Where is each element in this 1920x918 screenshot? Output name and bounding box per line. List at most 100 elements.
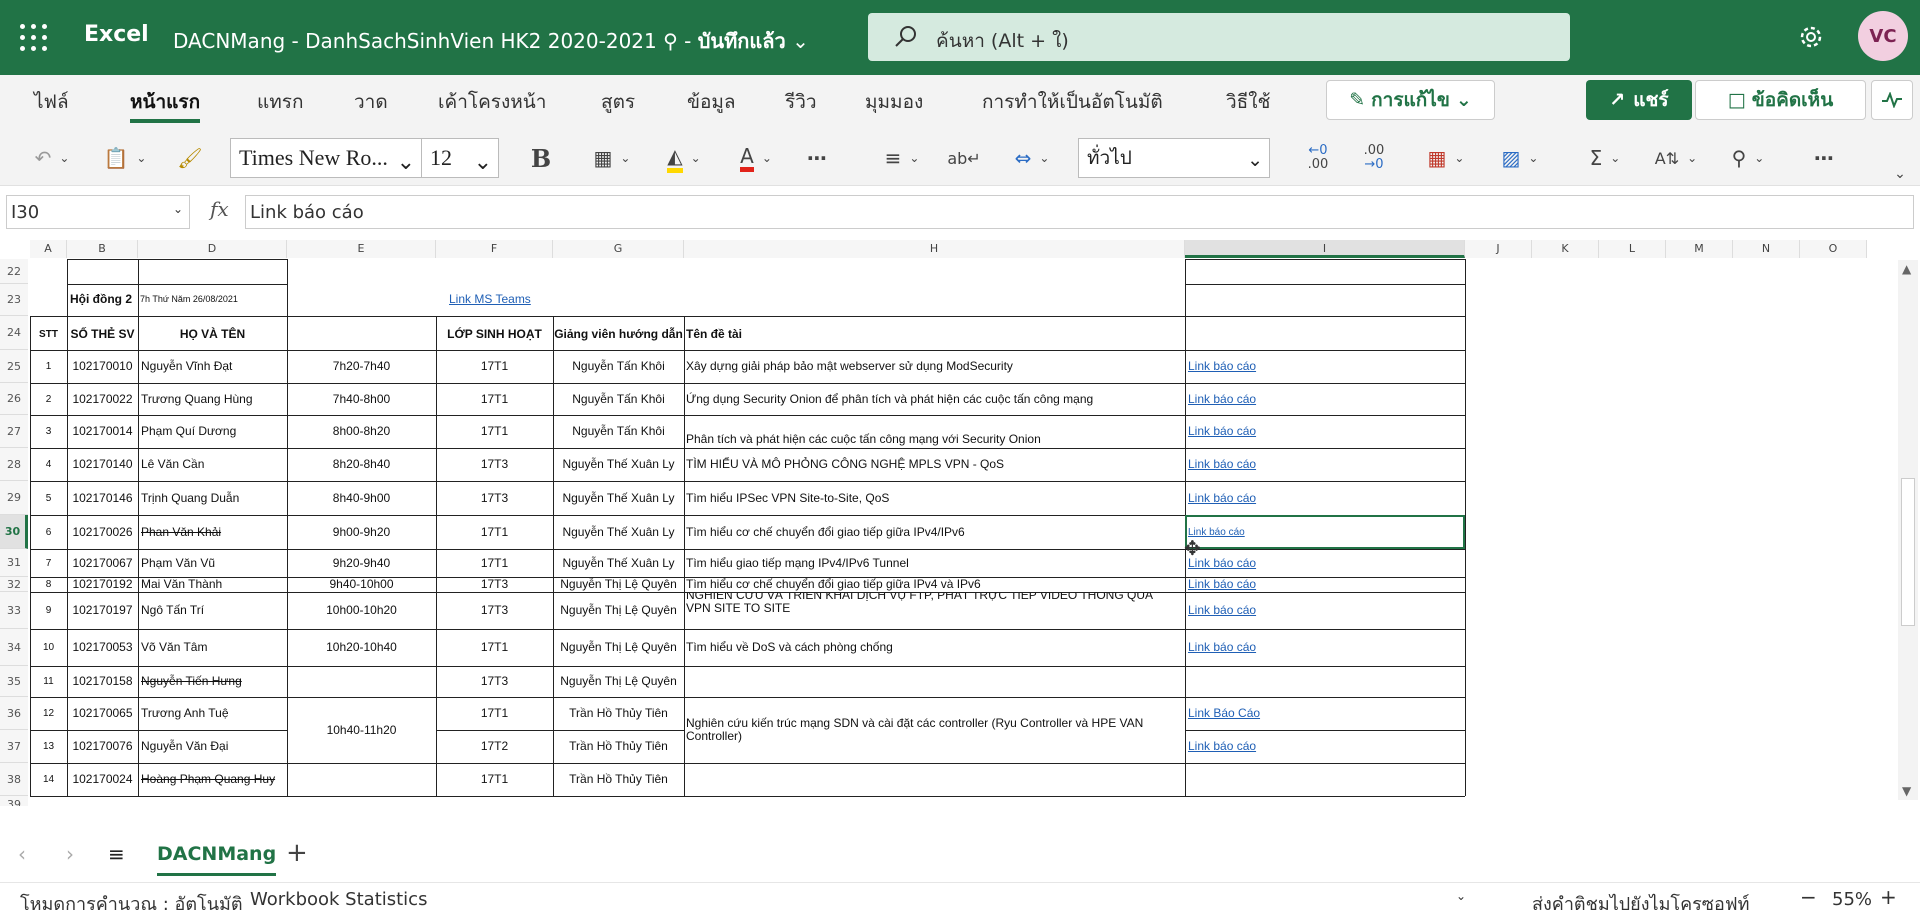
app-launcher-icon[interactable] xyxy=(20,24,48,52)
zoom-level[interactable]: 55% xyxy=(1832,889,1872,910)
comments-button[interactable]: □ ข้อคิดเห็น xyxy=(1695,80,1866,120)
avatar[interactable]: VC xyxy=(1858,11,1908,61)
conditional-format-button[interactable]: ▦ ⌄ xyxy=(1418,140,1474,176)
editing-mode-button[interactable]: ✎ การแก้ไข ⌄ xyxy=(1326,80,1495,120)
row-report-link[interactable]: Link báo cáo xyxy=(1188,415,1388,448)
app-name[interactable]: Excel xyxy=(84,22,149,47)
row-header-34[interactable]: 34 xyxy=(0,629,28,666)
font-name-dropdown[interactable]: Times New Ro... ⌄ xyxy=(230,138,422,178)
borders-button[interactable]: ▦ ⌄ xyxy=(586,140,638,176)
row-report-link[interactable]: Link báo cáo xyxy=(1188,383,1388,415)
row-header-22[interactable]: 22 xyxy=(0,259,28,284)
tab-insert[interactable]: แทรก xyxy=(257,87,303,117)
column-header-o[interactable]: O xyxy=(1800,240,1867,258)
wrap-text-button[interactable]: ab↵ xyxy=(946,140,982,176)
tab-data[interactable]: ข้อมูล xyxy=(687,87,736,117)
column-header-i[interactable]: I xyxy=(1185,240,1465,258)
tab-automate[interactable]: การทำให้เป็นอัตโนมัติ xyxy=(982,87,1163,117)
format-painter-button[interactable]: 🖌 xyxy=(172,140,208,176)
column-header-l[interactable]: L xyxy=(1599,240,1666,258)
row-report-link[interactable]: Link báo cáo xyxy=(1188,577,1388,592)
row-header-30[interactable]: 30 xyxy=(0,515,28,549)
tab-page-layout[interactable]: เค้าโครงหน้า xyxy=(438,87,546,117)
tab-view[interactable]: มุมมอง xyxy=(865,87,923,117)
row-header-23[interactable]: 23 xyxy=(0,284,28,316)
column-header-d[interactable]: D xyxy=(138,240,287,258)
row-header-28[interactable]: 28 xyxy=(0,448,28,481)
activity-button[interactable] xyxy=(1871,80,1913,120)
scroll-up-icon[interactable]: ▲ xyxy=(1902,262,1911,276)
row-header-25[interactable]: 25 xyxy=(0,350,28,383)
more-options-button[interactable]: ⋯ xyxy=(1806,140,1842,176)
row-header-26[interactable]: 26 xyxy=(0,383,28,415)
bold-button[interactable]: B xyxy=(524,140,558,176)
row-header-37[interactable]: 37 xyxy=(0,730,28,763)
row-header-36[interactable]: 36 xyxy=(0,697,28,730)
undo-button[interactable]: ↶ ⌄ xyxy=(24,140,80,176)
row-header-38[interactable]: 38 xyxy=(0,763,28,796)
row-header-33[interactable]: 33 xyxy=(0,592,28,629)
vertical-scrollbar[interactable]: ▲ ▼ xyxy=(1898,260,1918,800)
share-button[interactable]: ↗ แชร์ xyxy=(1586,80,1692,120)
align-button[interactable]: ≡ ⌄ xyxy=(874,140,930,176)
row-header-24[interactable]: 24 xyxy=(0,316,28,350)
search-box[interactable]: ค้นหา (Alt + ใ) xyxy=(868,13,1570,61)
gear-icon[interactable] xyxy=(1796,22,1826,52)
zoom-in-icon[interactable]: + xyxy=(1880,885,1897,909)
vertical-scroll-thumb[interactable] xyxy=(1901,478,1915,626)
spreadsheet-grid[interactable]: ABDEFGHIJKLMNO 22 23 24 25 26 27 28 29 30 31 32 33 3… xyxy=(0,236,1920,806)
column-header-f[interactable]: F xyxy=(436,240,553,258)
row-report-link[interactable]: Link Báo Cáo xyxy=(1188,697,1388,730)
decrease-decimal-button[interactable]: .00 →0 xyxy=(1356,140,1392,176)
autosum-button[interactable]: Σ ⌄ xyxy=(1580,140,1630,176)
row-header-35[interactable]: 35 xyxy=(0,666,28,697)
selected-cell[interactable] xyxy=(1185,515,1465,549)
tab-file[interactable]: ไฟล์ xyxy=(34,87,69,117)
increase-decimal-button[interactable]: ←0.00 xyxy=(1300,140,1336,176)
column-header-j[interactable]: J xyxy=(1465,240,1532,258)
paste-button[interactable]: 📋 ⌄ xyxy=(96,140,154,176)
row-report-link[interactable]: Link báo cáo xyxy=(1188,629,1388,666)
chevron-down-icon[interactable]: ⌄ xyxy=(792,29,809,53)
all-sheets-menu-icon[interactable]: ≡ xyxy=(108,842,125,866)
prev-sheet-icon[interactable]: ‹ xyxy=(18,842,26,866)
row-report-link[interactable]: Link báo cáo xyxy=(1188,549,1388,577)
fill-color-button[interactable]: ◭ ⌄ xyxy=(656,140,712,176)
font-color-button[interactable]: A ⌄ xyxy=(728,140,784,176)
function-icon[interactable]: fx xyxy=(210,197,229,221)
merge-button[interactable]: ⇔ ⌄ xyxy=(1004,140,1060,176)
row-header-32[interactable]: 32 xyxy=(0,577,28,592)
font-size-dropdown[interactable]: 12 ⌄ xyxy=(421,138,499,178)
row-header-27[interactable]: 27 xyxy=(0,415,28,448)
tab-review[interactable]: รีวิว xyxy=(785,87,817,117)
column-header-n[interactable]: N xyxy=(1733,240,1800,258)
save-state[interactable]: บันทึกแล้ว xyxy=(698,29,786,53)
sheet-tab-dacnmang[interactable]: DACNMang xyxy=(157,836,277,876)
row-header-29[interactable]: 29 xyxy=(0,481,28,515)
row-header-39[interactable]: 39 xyxy=(0,796,28,806)
row-report-link[interactable]: Link báo cáo xyxy=(1188,448,1388,481)
ms-teams-link[interactable]: Link MS Teams xyxy=(449,287,559,311)
format-as-table-button[interactable]: ▨ ⌄ xyxy=(1492,140,1548,176)
zoom-out-icon[interactable]: − xyxy=(1800,885,1817,909)
tab-home[interactable]: หน้าแรก xyxy=(130,87,201,123)
row-header-31[interactable]: 31 xyxy=(0,549,28,577)
sort-filter-button[interactable]: A⇅ ⌄ xyxy=(1648,140,1704,176)
collapse-ribbon-button[interactable]: ⌄ xyxy=(1890,156,1910,192)
document-name[interactable]: DACNMang - DanhSachSinhVien HK2 2020-202… xyxy=(173,29,657,53)
name-box[interactable]: I30 ⌄ xyxy=(6,195,190,229)
column-header-h[interactable]: H xyxy=(684,240,1185,258)
find-button[interactable]: ⚲ ⌄ xyxy=(1720,140,1776,176)
column-header-a[interactable]: A xyxy=(30,240,67,258)
column-header-b[interactable]: B xyxy=(67,240,138,258)
row-report-link[interactable]: Link báo cáo xyxy=(1188,592,1388,629)
row-report-link[interactable]: Link báo cáo xyxy=(1188,730,1388,763)
tab-help[interactable]: วิธีใช้ xyxy=(1226,87,1270,117)
column-header-g[interactable]: G xyxy=(553,240,684,258)
column-header-e[interactable]: E xyxy=(287,240,436,258)
number-format-dropdown[interactable]: ทั่วไป ⌄ xyxy=(1078,138,1270,178)
chevron-down-icon[interactable]: ⌄ xyxy=(1456,889,1466,903)
document-title[interactable]: DACNMang - DanhSachSinhVien HK2 2020-202… xyxy=(173,25,809,57)
tab-draw[interactable]: วาด xyxy=(354,87,388,117)
more-font-options-button[interactable]: ⋯ xyxy=(800,140,834,176)
